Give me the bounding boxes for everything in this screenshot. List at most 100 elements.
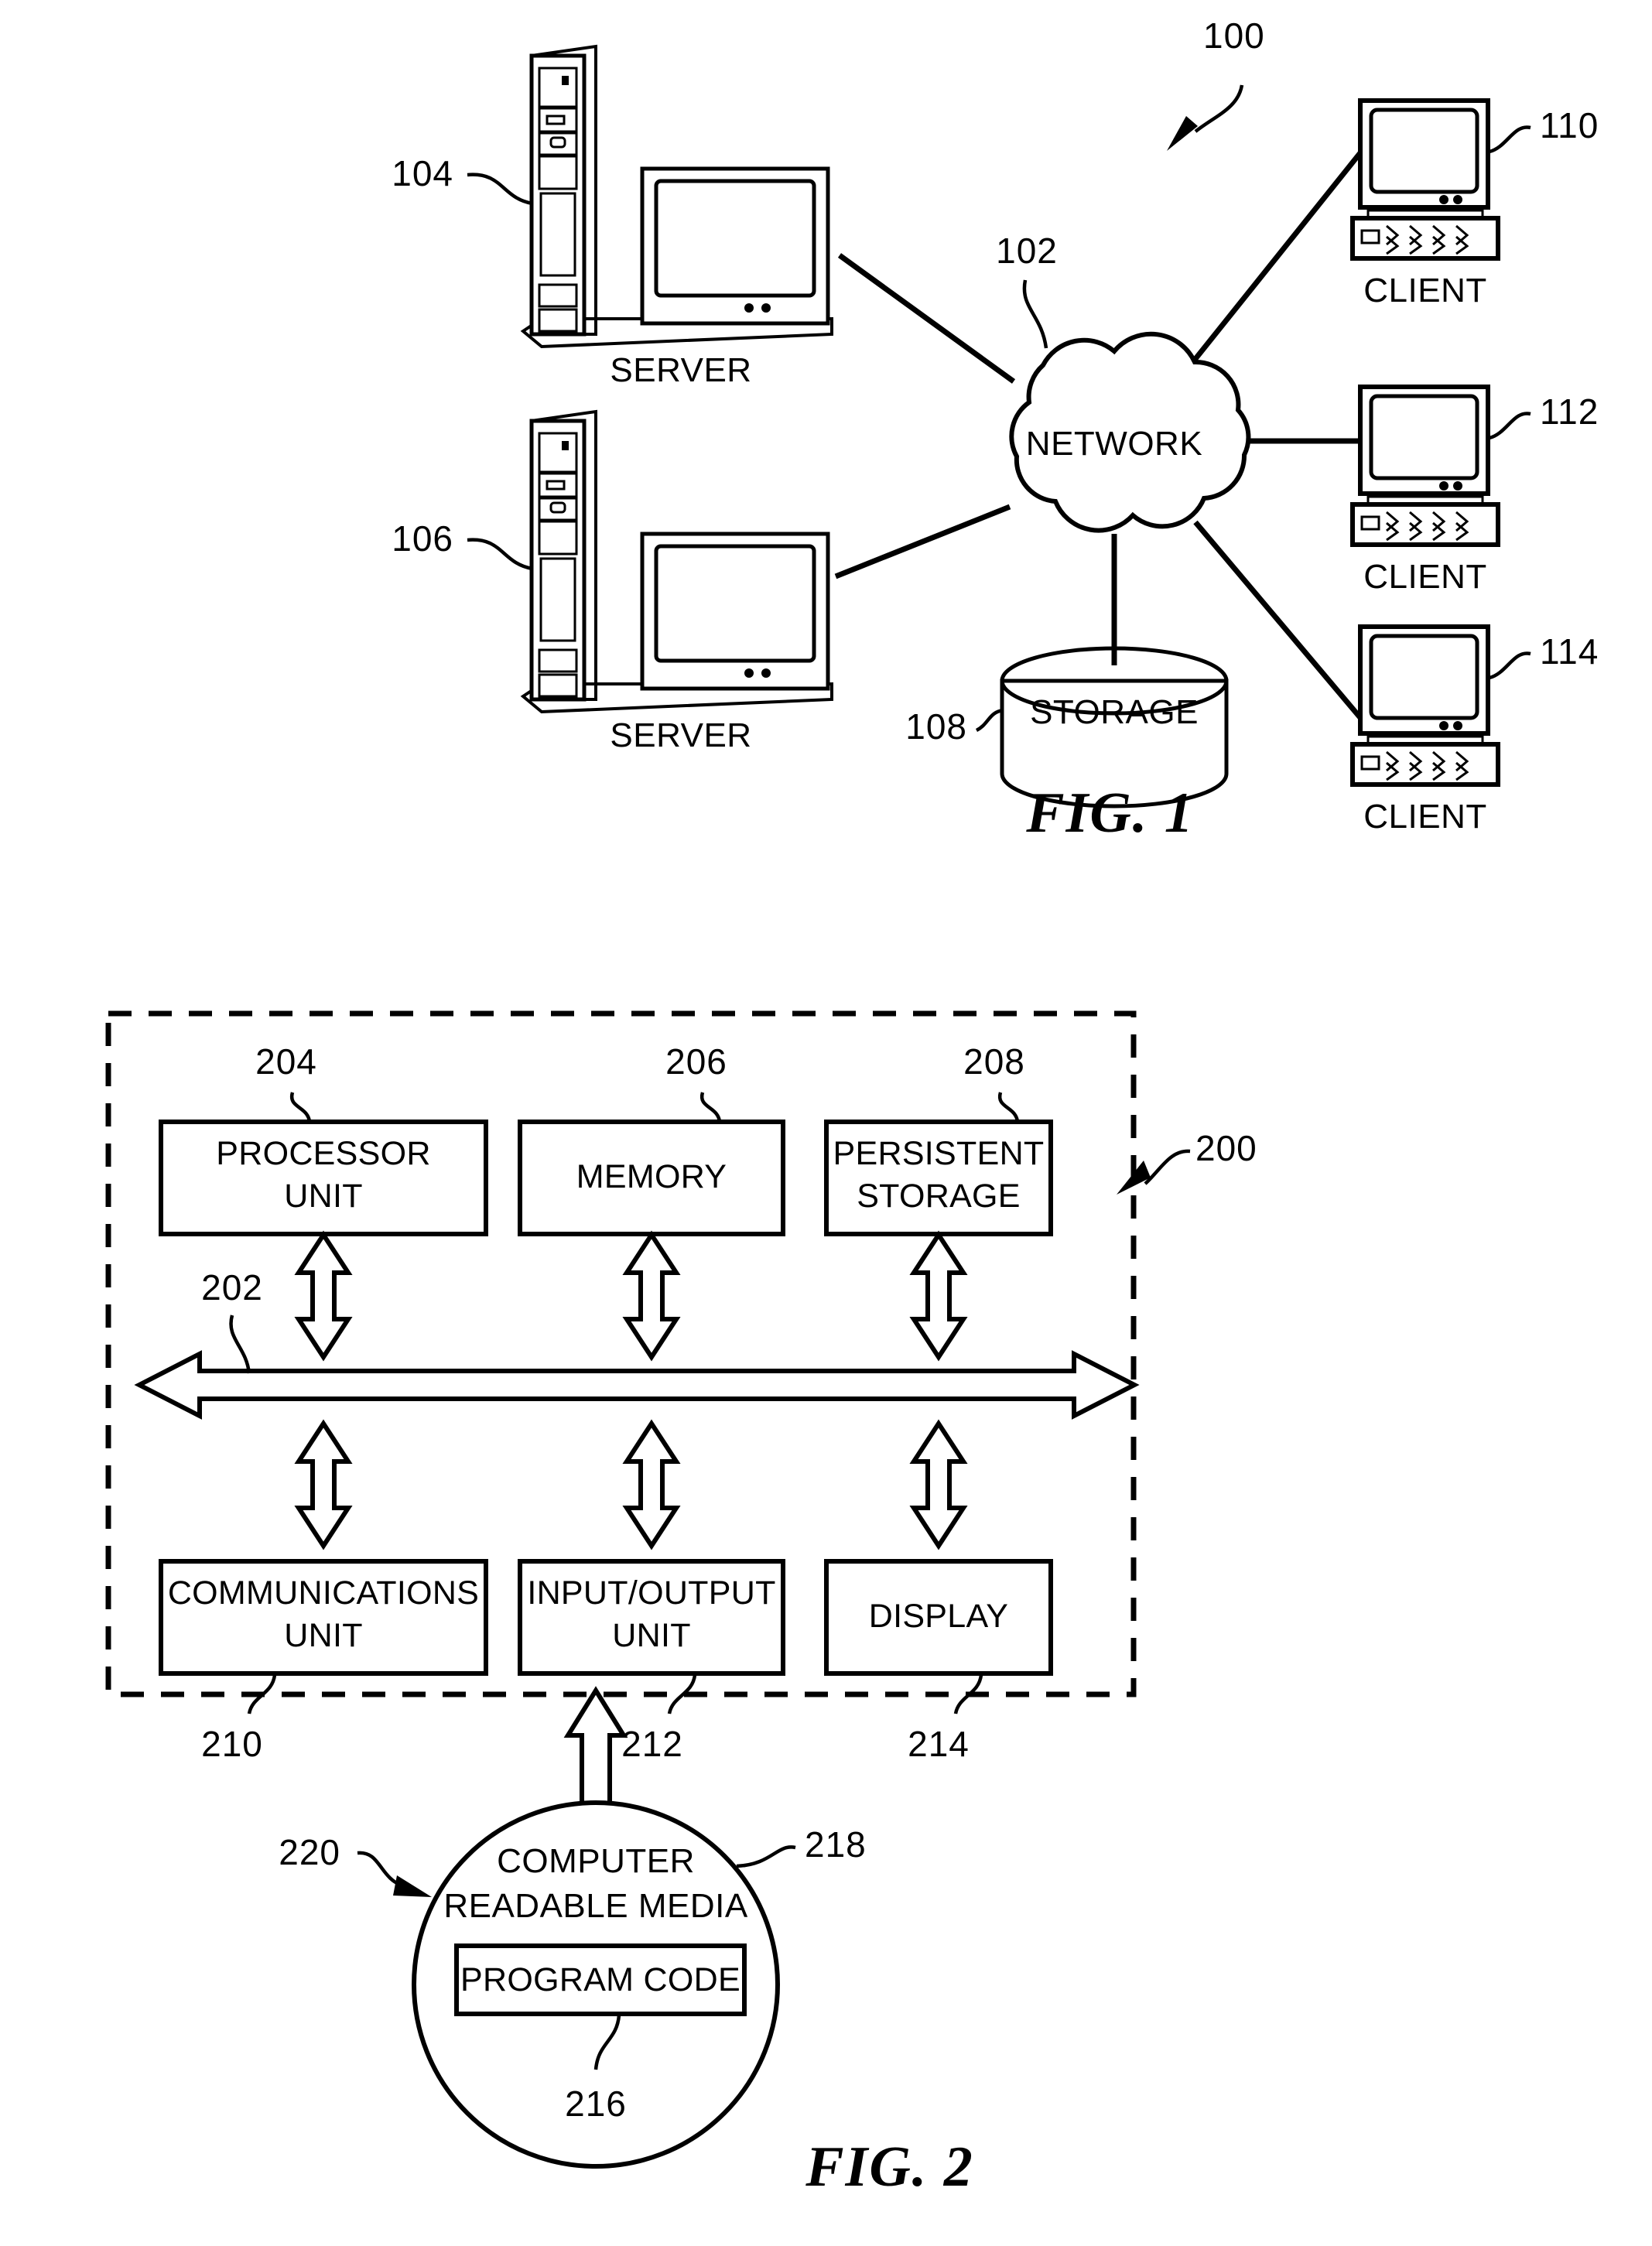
bus-connector-display-lower (909, 1419, 968, 1550)
link-server106-network (834, 504, 1011, 579)
fig2-system-ref: 200 (1117, 1128, 1257, 1195)
ref-206: 206 (665, 1041, 727, 1082)
server-106-led-1 (744, 668, 754, 678)
media-label-line1: COMPUTER (497, 1842, 695, 1880)
client-110-led-2 (1453, 195, 1462, 204)
figure-2: 200 PROCESSOR UNIT MEMORY PERSISTENT STO… (105, 1010, 1257, 2199)
ref-108: 108 (905, 706, 967, 747)
ref-104: 104 (392, 153, 453, 193)
box-input-output-unit-label-line1: INPUT/OUTPUT (527, 1574, 775, 1612)
ref-100-leader (1194, 84, 1244, 133)
client-114-screen (1369, 634, 1479, 720)
box-input-output-unit-label-line2: UNIT (612, 1617, 691, 1654)
server-106-screen (654, 544, 816, 663)
ref-106-leader (467, 538, 533, 571)
figure-2-caption: FIG. 2 (805, 2135, 974, 2199)
ref-108-leader (975, 708, 1004, 733)
ref-102: 102 (996, 231, 1058, 271)
ref-216: 216 (565, 2084, 627, 2124)
ref-114: 114 (1540, 631, 1599, 672)
box-processor-unit-label-line1: PROCESSOR (216, 1135, 430, 1172)
ref-212: 212 (621, 1724, 683, 1764)
ref-200: 200 (1195, 1128, 1257, 1168)
client-112-led-1 (1439, 481, 1448, 491)
client-112: CLIENT 112 (1350, 385, 1599, 596)
fig1-system-ref: 100 (1167, 15, 1265, 151)
server-104: 104 SERVER (392, 44, 833, 389)
link-network-client110 (1189, 149, 1364, 366)
ref-102-leader (1022, 279, 1048, 349)
client-110-screen (1369, 108, 1479, 194)
bus-connector-io-lower (622, 1419, 681, 1550)
ref-204: 204 (255, 1041, 317, 1082)
figure-1-caption: FIG. 1 (1025, 781, 1195, 845)
media-to-system-arrow (563, 1686, 628, 1820)
client-112-label: CLIENT (1363, 558, 1486, 596)
ref-114-leader (1489, 651, 1531, 680)
ref-202-leader (229, 1314, 251, 1374)
ref-112-leader (1489, 412, 1531, 440)
network-cloud-102: NETWORK 102 (996, 231, 1251, 533)
ref-202: 202 (201, 1267, 263, 1308)
ref-204-leader (289, 1092, 312, 1123)
ref-112: 112 (1540, 391, 1599, 432)
bus-connector-storage-upper (909, 1230, 968, 1362)
client-114-keyboard (1350, 742, 1500, 787)
ref-214: 214 (908, 1724, 970, 1764)
bus-connector-memory-upper (622, 1230, 681, 1362)
ref-206-leader (699, 1092, 722, 1123)
client-114-label: CLIENT (1363, 798, 1486, 836)
ref-200-leader (1144, 1149, 1191, 1185)
ref-208-leader (997, 1092, 1020, 1123)
ref-210: 210 (201, 1724, 263, 1764)
server-106-detail-1 (562, 441, 569, 450)
server-106-led-2 (761, 668, 771, 678)
client-114: CLIENT 114 (1350, 624, 1599, 836)
ref-220-arrowhead (393, 1875, 432, 1897)
system-bus-202: 202 (134, 1267, 1140, 1420)
ref-110: 110 (1540, 105, 1599, 145)
patent-drawing-sheet: 100 104 SERVER 106 SERVER NETWORK 102 ST… (105, 15, 1599, 2199)
ref-100-arrowhead (1167, 116, 1198, 151)
box-communications-unit-label-line2: UNIT (284, 1617, 363, 1654)
server-104-label: SERVER (610, 351, 751, 389)
server-106: 106 SERVER (392, 409, 833, 754)
bus-connector-processor-upper (294, 1230, 353, 1362)
media-label-line2: READABLE MEDIA (443, 1887, 747, 1925)
ref-208: 208 (963, 1041, 1025, 1082)
box-processor-unit-label-line2: UNIT (284, 1178, 363, 1215)
box-communications-unit-label-line1: COMMUNICATIONS (168, 1574, 479, 1612)
bus-connector-communications-lower (294, 1419, 353, 1550)
server-106-label: SERVER (610, 716, 751, 754)
ref-100: 100 (1203, 15, 1265, 56)
client-112-screen (1369, 394, 1479, 480)
link-server104-network (837, 253, 1016, 384)
client-110-led-1 (1439, 195, 1448, 204)
box-display-label-line1: DISPLAY (869, 1598, 1009, 1635)
ref-110-leader (1489, 125, 1531, 154)
ref-104-leader (467, 173, 533, 206)
client-114-led-2 (1453, 721, 1462, 730)
bus-arrow-shape (134, 1350, 1140, 1420)
client-110-label: CLIENT (1363, 272, 1486, 309)
ref-218: 218 (805, 1824, 867, 1865)
server-104-screen (654, 179, 816, 298)
storage-label: STORAGE (1030, 693, 1199, 731)
ref-106: 106 (392, 518, 453, 559)
box-program-code-label: PROGRAM CODE (460, 1961, 740, 1998)
client-112-keyboard (1350, 502, 1500, 547)
figure-1: 100 104 SERVER 106 SERVER NETWORK 102 ST… (392, 15, 1599, 845)
client-110-keyboard (1350, 216, 1500, 261)
ref-220: 220 (279, 1832, 340, 1872)
server-104-led-1 (744, 303, 754, 313)
client-110: CLIENT 110 (1350, 98, 1599, 309)
box-memory-label-line1: MEMORY (576, 1158, 727, 1195)
server-104-led-2 (761, 303, 771, 313)
client-112-led-2 (1453, 481, 1462, 491)
ref-218-leader (736, 1845, 796, 1868)
box-persistent-storage-label-line1: PERSISTENT (833, 1135, 1045, 1172)
client-114-led-1 (1439, 721, 1448, 730)
server-104-detail-1 (562, 76, 569, 85)
box-persistent-storage-label-line2: STORAGE (857, 1178, 1021, 1215)
network-label: NETWORK (1026, 425, 1202, 463)
